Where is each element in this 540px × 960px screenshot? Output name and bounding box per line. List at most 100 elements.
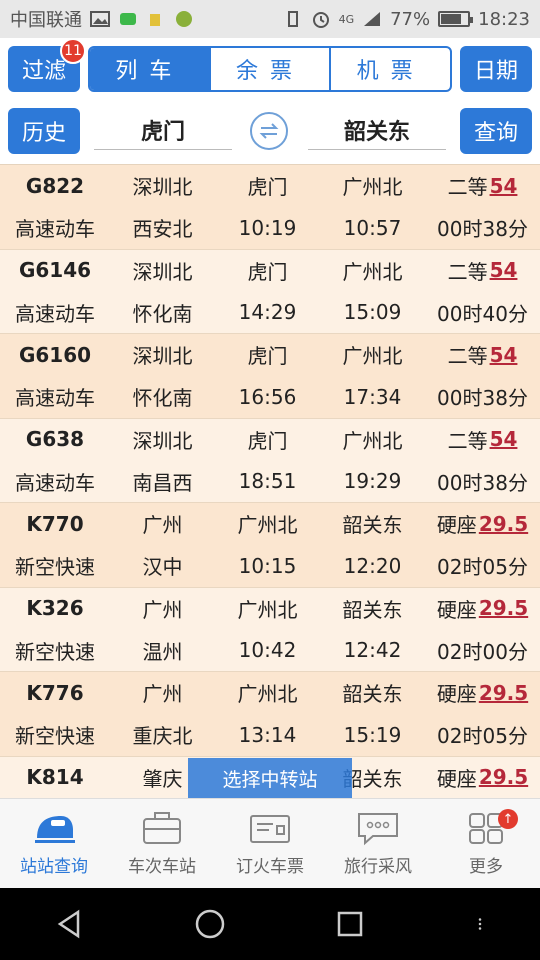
date-button[interactable]: 日期	[460, 46, 532, 92]
home-icon[interactable]	[190, 904, 230, 944]
ticket-price-link[interactable]: 54	[490, 343, 518, 367]
origin-station: 广州	[142, 513, 183, 538]
origin-station: 深圳北	[132, 344, 193, 369]
arrival-time: 10:57	[343, 215, 402, 240]
terminal-station: 怀化南	[132, 301, 193, 326]
bus-icon	[176, 11, 192, 27]
board-station: 虎门	[247, 259, 288, 284]
menu-dots-icon[interactable]	[470, 904, 490, 944]
alight-station: 韶关东	[342, 513, 403, 538]
ticket-price-link[interactable]: 29.5	[479, 681, 528, 705]
origin-station: 广州	[142, 597, 183, 622]
ticket-price-link[interactable]: 54	[490, 427, 518, 451]
arrival-time: 17:34	[343, 384, 402, 409]
train-type: 高速动车	[15, 217, 95, 242]
terminal-station: 怀化南	[132, 386, 193, 411]
trip-duration: 00时38分	[437, 217, 528, 242]
ticket-price-link[interactable]: 54	[490, 258, 518, 282]
train-code: G6160	[18, 342, 92, 367]
from-station-field[interactable]: 虎门	[94, 110, 232, 150]
origin-station: 深圳北	[132, 175, 193, 200]
terminal-station: 汉中	[142, 555, 183, 580]
seat-class: 硬座	[436, 513, 477, 538]
tab-remaining-tickets[interactable]: 余票	[208, 48, 330, 90]
app-notify-icon	[150, 14, 160, 26]
ticket-price-link[interactable]: 29.5	[479, 765, 528, 789]
seat-price: 硬座 29.5	[425, 588, 540, 630]
train-row[interactable]: G638 深圳北 虎门 广州北 二等 54 高速动车 南昌西 18:51 19:29 00时38分	[0, 418, 540, 503]
train-row[interactable]: G6146 深圳北 虎门 广州北 二等 54 高速动车 怀化南 14:29 15:09 00时40分	[0, 249, 540, 334]
train-row[interactable]: G6160 深圳北 虎门 广州北 二等 54 高速动车 怀化南 16:56 17:34 00时38分	[0, 334, 540, 419]
train-code: K326	[26, 596, 84, 621]
departure-time: 13:14	[238, 722, 297, 747]
train-list[interactable]: G822 深圳北 虎门 广州北 二等 54 高速动车 西安北 10:19 10:57 00时38分 G…	[0, 164, 540, 798]
ticket-icon	[250, 815, 290, 843]
ticket-price-link[interactable]: 29.5	[479, 512, 528, 536]
train-code: K770	[26, 511, 84, 536]
seat-price: 硬座 29.5	[425, 672, 540, 714]
departure-time: 10:42	[238, 638, 297, 663]
network-type: 4G	[338, 12, 355, 26]
train-type: 新空快速	[15, 555, 95, 580]
tab-book-ticket[interactable]: 订火车票	[216, 799, 324, 888]
system-nav-bar	[0, 888, 540, 960]
battery-percent: 77%	[390, 8, 431, 30]
update-arrow-icon: ↑	[498, 809, 518, 829]
seat-price: 二等 54	[425, 419, 540, 461]
seat-class: 二等	[447, 428, 488, 453]
seat-price: 二等 54	[425, 250, 540, 292]
seat-class: 二等	[447, 259, 488, 284]
departure-time: 10:15	[238, 553, 297, 578]
alight-station: 广州北	[342, 344, 403, 369]
tab-train-station[interactable]: 车次车站	[108, 799, 216, 888]
train-code: G638	[25, 427, 85, 452]
select-transfer-station-button[interactable]: 选择中转站	[188, 758, 352, 798]
train-row[interactable]: G822 深圳北 虎门 广州北 二等 54 高速动车 西安北 10:19 10:57 00时38分	[0, 165, 540, 250]
train-code: K814	[26, 765, 84, 790]
board-station: 虎门	[247, 175, 288, 200]
alight-station: 韶关东	[342, 682, 403, 707]
filter-button[interactable]: 过滤 11	[8, 38, 86, 92]
seat-price: 二等 54	[425, 334, 540, 376]
back-icon[interactable]	[50, 904, 90, 944]
seat-class: 硬座	[436, 597, 477, 622]
train-code: G6146	[18, 258, 92, 283]
tab-travel-notes[interactable]: 旅行采风	[324, 799, 432, 888]
alight-station: 广州北	[342, 175, 403, 200]
tab-station-query[interactable]: 站站查询	[0, 799, 108, 888]
tab-flight[interactable]: 机票	[329, 48, 450, 90]
chat-bubble-icon	[358, 813, 398, 846]
seat-price: 硬座 29.5	[425, 757, 540, 799]
terminal-station: 西安北	[132, 217, 193, 242]
to-station-field[interactable]: 韶关东	[308, 110, 446, 150]
history-button[interactable]: 历史	[8, 108, 80, 154]
board-station: 虎门	[247, 344, 288, 369]
swap-stations-button[interactable]	[250, 112, 288, 150]
tab-more[interactable]: 更多 ↑	[432, 799, 540, 888]
briefcase-icon	[143, 812, 181, 844]
seat-class: 硬座	[436, 682, 477, 707]
recents-icon[interactable]	[330, 904, 370, 944]
origin-station: 深圳北	[132, 428, 193, 453]
board-station: 广州北	[237, 597, 298, 622]
seat-price: 硬座 29.5	[425, 503, 540, 545]
origin-station: 广州	[142, 682, 183, 707]
mode-segment: 列车 余票 机票	[88, 46, 452, 92]
train-row[interactable]: K326 广州 广州北 韶关东 硬座 29.5 新空快速 温州 10:42 12:42 02时00分	[0, 587, 540, 672]
train-row[interactable]: K776 广州 广州北 韶关东 硬座 29.5 新空快速 重庆北 13:14 15:19 02时05…	[0, 672, 540, 757]
tab-train[interactable]: 列车	[90, 48, 209, 90]
ticket-price-link[interactable]: 29.5	[479, 596, 528, 620]
train-row[interactable]: K770 广州 广州北 韶关东 硬座 29.5 新空快速 汉中 10:15 12:20 02时05分	[0, 503, 540, 588]
seat-price: 二等 54	[425, 165, 540, 207]
station-search: 历史 虎门 韶关东 查询	[0, 100, 540, 164]
train-type: 高速动车	[15, 301, 95, 326]
alight-station: 广州北	[342, 259, 403, 284]
departure-time: 16:56	[238, 384, 297, 409]
arrival-time: 15:19	[343, 722, 402, 747]
seat-class: 二等	[447, 344, 488, 369]
terminal-station: 重庆北	[132, 724, 193, 749]
query-button[interactable]: 查询	[460, 108, 532, 154]
arrival-time: 19:29	[343, 469, 402, 494]
ticket-price-link[interactable]: 54	[490, 174, 518, 198]
train-type: 高速动车	[15, 470, 95, 495]
